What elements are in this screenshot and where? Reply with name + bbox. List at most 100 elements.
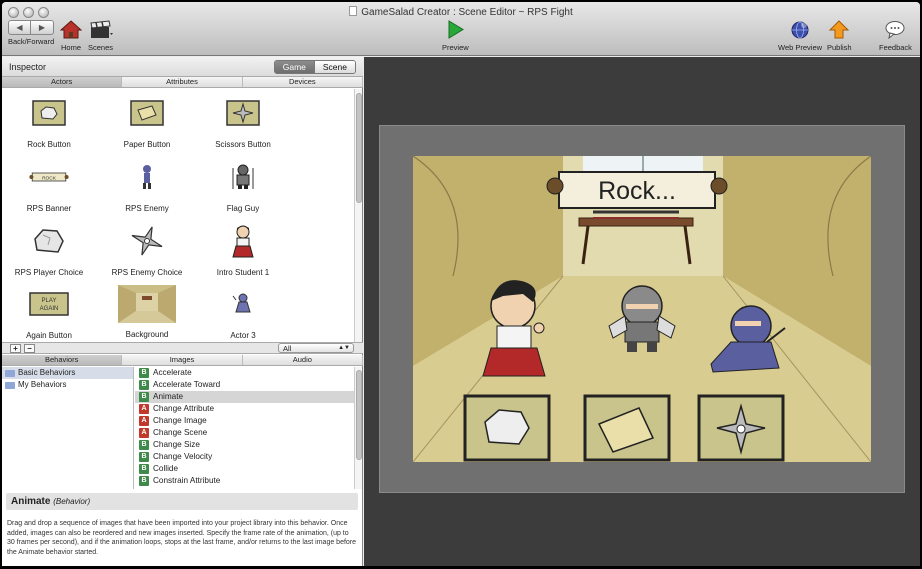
actor-grid: Rock Button Paper Button Scissors Button… [2,89,354,342]
forward-button[interactable]: ▶ [31,20,54,35]
svg-text:AGAIN: AGAIN [40,306,59,312]
description-header: Animate (Behavior) [6,493,358,510]
list-item[interactable]: B Accelerate [135,367,354,379]
shuriken-icon [127,225,167,257]
action-badge-icon: A [139,404,149,414]
again-button-icon: PLAY AGAIN [29,288,69,320]
actor-scissors-button[interactable]: Scissors Button [196,97,290,149]
list-item[interactable]: A Change Image [135,415,354,427]
globe-icon [791,21,809,39]
actor-rps-enemy[interactable]: RPS Enemy [100,161,194,213]
description-title: Animate [11,496,51,507]
actor-background[interactable]: Background [100,285,194,339]
app-window: GameSalad Creator : Scene Editor ~ RPS F… [2,2,920,566]
list-item[interactable]: A Change Attribute [135,403,354,415]
add-actor-button[interactable]: + [10,344,21,353]
behavior-badge-icon: B [139,380,149,390]
student-icon [223,225,263,258]
select-arrows-icon: ▲▼ [338,345,350,351]
library-tabs: Behaviors Images Audio [2,355,363,366]
clapperboard-icon [89,20,113,38]
speech-bubble-icon [885,21,905,40]
actor-flag-guy[interactable]: Flag Guy [196,161,290,213]
actor-rps-banner[interactable]: ROCK RPS Banner [2,161,96,213]
behavior-badge-icon: B [139,440,149,450]
list-item-selected[interactable]: B Animate [135,391,354,403]
game-toggle-button[interactable]: Game [274,61,314,73]
actor-grid-scrollbar[interactable] [354,89,362,342]
remove-actor-button[interactable]: − [24,344,35,353]
actor-toolbar: + − All ▲▼ [2,342,363,354]
behavior-badge-icon: B [139,368,149,378]
description-text: Drag and drop a sequence of images that … [7,520,357,556]
actor-filter-select[interactable]: All ▲▼ [278,343,354,353]
scene-editor-area: Rock... [364,57,920,566]
inspector-title: Inspector [9,62,47,72]
action-badge-icon: A [139,428,149,438]
flag-guy-icon [223,161,263,193]
scenes-button[interactable]: Scenes [88,20,113,52]
scene-artwork: Rock... [413,156,871,462]
action-badge-icon: A [139,416,149,426]
rock-button-icon [29,97,69,129]
tab-images[interactable]: Images [122,355,243,365]
home-button[interactable]: Home [59,20,83,52]
scene-canvas[interactable]: Rock... [413,156,871,462]
preview-button[interactable]: Preview [442,20,469,52]
list-item[interactable]: B Change Velocity [135,451,354,463]
publish-button[interactable]: Publish [827,20,852,52]
folder-icon [5,382,15,389]
scissors-button-icon [223,97,263,129]
feedback-button[interactable]: Feedback [879,20,912,52]
actor-again-button[interactable]: PLAY AGAIN Again Button [2,288,96,340]
folder-icon [5,370,15,377]
behavior-badge-icon: B [139,392,149,402]
back-forward-control[interactable]: ◀ ▶ Back/Forward [8,20,54,46]
behavior-categories: Basic Behaviors My Behaviors [2,367,134,489]
actor-actor-3[interactable]: Actor 3 [196,288,290,340]
list-item[interactable]: B Constrain Attribute [135,475,354,487]
tab-attributes[interactable]: Attributes [122,77,243,87]
back-button[interactable]: ◀ [8,20,31,35]
list-item[interactable]: B Collide [135,463,354,475]
background-icon [118,285,176,323]
actor-rps-player-choice[interactable]: RPS Player Choice [2,225,96,277]
stage-frame: Rock... [379,125,905,493]
actor-rps-enemy-choice[interactable]: RPS Enemy Choice [100,225,194,277]
actor-rock-button[interactable]: Rock Button [2,97,96,149]
banner-text: Rock... [598,177,676,205]
actor-intro-student-1[interactable]: Intro Student 1 [196,225,290,277]
category-basic-behaviors[interactable]: Basic Behaviors [2,367,133,379]
actor-grid-scroll-thumb[interactable] [356,93,362,203]
behavior-list: B Accelerate B Accelerate Toward B Animate … [135,367,354,489]
play-icon [448,20,465,39]
tab-behaviors[interactable]: Behaviors [2,355,123,365]
behavior-badge-icon: B [139,476,149,486]
ninja-small-icon [127,161,167,193]
svg-text:ROCK: ROCK [42,175,57,181]
back-forward-label: Back/Forward [8,37,55,46]
banner-icon: ROCK [29,161,69,193]
game-scene-toggle[interactable]: Game Scene [273,60,356,74]
behavior-list-scroll-thumb[interactable] [356,370,362,460]
window-title: GameSalad Creator : Scene Editor ~ RPS F… [2,6,920,18]
upload-arrow-icon [829,20,850,39]
inspector-tabs: Actors Attributes Devices [2,77,363,88]
title-bar: GameSalad Creator : Scene Editor ~ RPS F… [2,2,920,56]
list-item[interactable]: A Change Scene [135,427,354,439]
behavior-list-scrollbar[interactable] [354,367,362,489]
tab-devices[interactable]: Devices [243,77,363,87]
web-preview-button[interactable]: Web Preview [778,20,822,52]
category-my-behaviors[interactable]: My Behaviors [2,379,133,391]
list-item[interactable]: B Accelerate Toward [135,379,354,391]
actor-paper-button[interactable]: Paper Button [100,97,194,149]
scene-toggle-button[interactable]: Scene [313,61,355,73]
tab-actors[interactable]: Actors [2,77,123,87]
svg-text:PLAY: PLAY [42,298,57,304]
list-item[interactable]: B Change Size [135,439,354,451]
tab-audio[interactable]: Audio [243,355,363,365]
rock-icon [29,225,69,257]
inspector-header: Inspector Game Scene [2,57,363,77]
inspector-panel: Inspector Game Scene Actors Attributes D… [2,57,363,566]
home-icon [59,20,83,39]
